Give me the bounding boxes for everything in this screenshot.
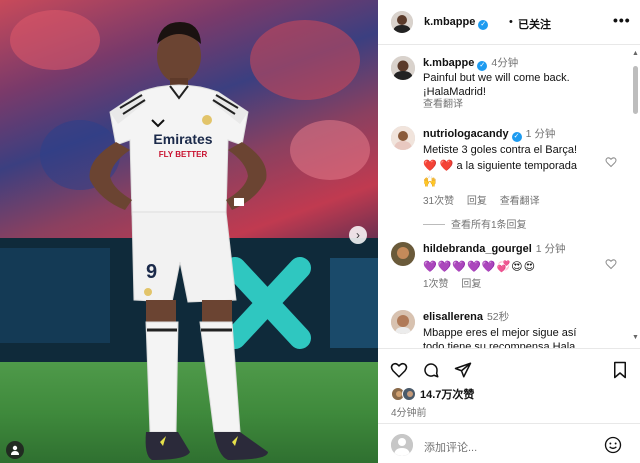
comment-username[interactable]: hildebranda_gourgel bbox=[423, 243, 532, 255]
comment-time: 1 分钟 bbox=[525, 128, 556, 140]
like-comment-heart-icon[interactable] bbox=[605, 258, 617, 270]
comment-reply-button[interactable]: 回复 bbox=[467, 196, 487, 207]
caption-text-line2: ¡HalaMadrid! bbox=[423, 86, 486, 98]
comment-text-line1: Metiste 3 goles contra el Barça! bbox=[423, 144, 578, 156]
comment-text-line3: 🙌 bbox=[423, 176, 437, 188]
comment-username[interactable]: nutriologacandy bbox=[423, 128, 509, 140]
verified-badge-icon: ✓ bbox=[478, 20, 489, 30]
commenter-avatar[interactable] bbox=[391, 310, 415, 334]
add-comment-input[interactable]: 添加评论... bbox=[424, 439, 477, 455]
player-figure: Emirates FLY BETTER 9 bbox=[89, 22, 268, 460]
comment-time: 1 分钟 bbox=[535, 243, 566, 255]
comment-text-line2: todo tiene su recompensa Hala bbox=[423, 341, 576, 348]
emoji-smiley-icon[interactable] bbox=[604, 436, 622, 454]
shirt-sponsor-sub: FLY BETTER bbox=[159, 150, 208, 159]
comment-text-line1: Mbappe eres el mejor sigue así bbox=[423, 327, 577, 339]
post-side-panel: k.mbappe ✓ • 已关注 ••• k.mbappe ✓ 4分钟 Painful… bbox=[378, 0, 640, 463]
post-actions: 14.7万次赞 4分钟前 bbox=[378, 348, 640, 423]
comment-time: 52秒 bbox=[486, 311, 510, 323]
scroll-up-arrow-icon[interactable]: ▲ bbox=[632, 50, 639, 57]
post-timestamp: 4分钟前 bbox=[391, 408, 427, 419]
carousel-next-button[interactable]: › bbox=[349, 226, 367, 244]
author-avatar[interactable] bbox=[391, 56, 415, 80]
comment-reply-button[interactable]: 回复 bbox=[461, 279, 481, 290]
likes-summary[interactable]: 14.7万次赞 bbox=[391, 386, 474, 402]
verified-badge-icon: ✓ bbox=[477, 61, 488, 71]
comment-bubble-icon[interactable] bbox=[422, 361, 440, 379]
post-photo[interactable]: Emirates FLY BETTER 9 › bbox=[0, 0, 378, 463]
verified-badge-icon: ✓ bbox=[511, 132, 522, 142]
commenter-avatar[interactable] bbox=[391, 242, 415, 266]
comment-text: 💜💜💜💜💜💞😍😍 bbox=[423, 261, 537, 273]
scrollbar-thumb[interactable] bbox=[633, 66, 638, 114]
add-comment-bar: 添加评论... bbox=[378, 423, 640, 463]
caption-translate-link[interactable]: 查看翻译 bbox=[423, 99, 633, 111]
liker-avatar bbox=[402, 387, 416, 401]
comment-translate-link[interactable]: 查看翻译 bbox=[500, 196, 540, 207]
separator-dot: • bbox=[509, 16, 513, 28]
like-comment-heart-icon[interactable] bbox=[605, 156, 617, 168]
author-username[interactable]: k.mbappe ✓ bbox=[424, 16, 489, 30]
author-avatar[interactable] bbox=[391, 11, 413, 33]
comment-like-count[interactable]: 1次赞 bbox=[423, 279, 449, 290]
post-header: k.mbappe ✓ • 已关注 ••• bbox=[378, 0, 640, 45]
tagged-users-button[interactable] bbox=[6, 441, 24, 459]
caption-username[interactable]: k.mbappe bbox=[423, 57, 474, 69]
caption-text-line1: Painful but we will come back. bbox=[423, 72, 570, 84]
caption-time: 4分钟 bbox=[491, 57, 519, 69]
comment-username[interactable]: elisallerena bbox=[423, 311, 483, 323]
commenter-avatar[interactable] bbox=[391, 126, 415, 150]
following-button[interactable]: 已关注 bbox=[518, 16, 551, 32]
share-send-icon[interactable] bbox=[454, 361, 472, 379]
shorts-number: 9 bbox=[146, 261, 157, 283]
comment-like-count[interactable]: 31次赞 bbox=[423, 196, 454, 207]
comment-text-line2: ❤️ ❤️ a la siguiente temporada bbox=[423, 160, 577, 172]
more-options-icon[interactable]: ••• bbox=[613, 12, 631, 28]
save-bookmark-icon[interactable] bbox=[611, 361, 629, 379]
comments-list[interactable]: k.mbappe ✓ 4分钟 Painful but we will come ba… bbox=[378, 46, 640, 348]
like-count[interactable]: 14.7万次赞 bbox=[420, 386, 474, 402]
user-icon bbox=[11, 445, 19, 455]
like-heart-icon[interactable] bbox=[390, 361, 408, 379]
shirt-sponsor: Emirates bbox=[153, 131, 212, 147]
view-replies-link[interactable]: 查看所有1条回复 bbox=[423, 216, 527, 231]
current-user-avatar bbox=[391, 434, 413, 456]
scroll-down-arrow-icon[interactable]: ▼ bbox=[632, 334, 639, 341]
